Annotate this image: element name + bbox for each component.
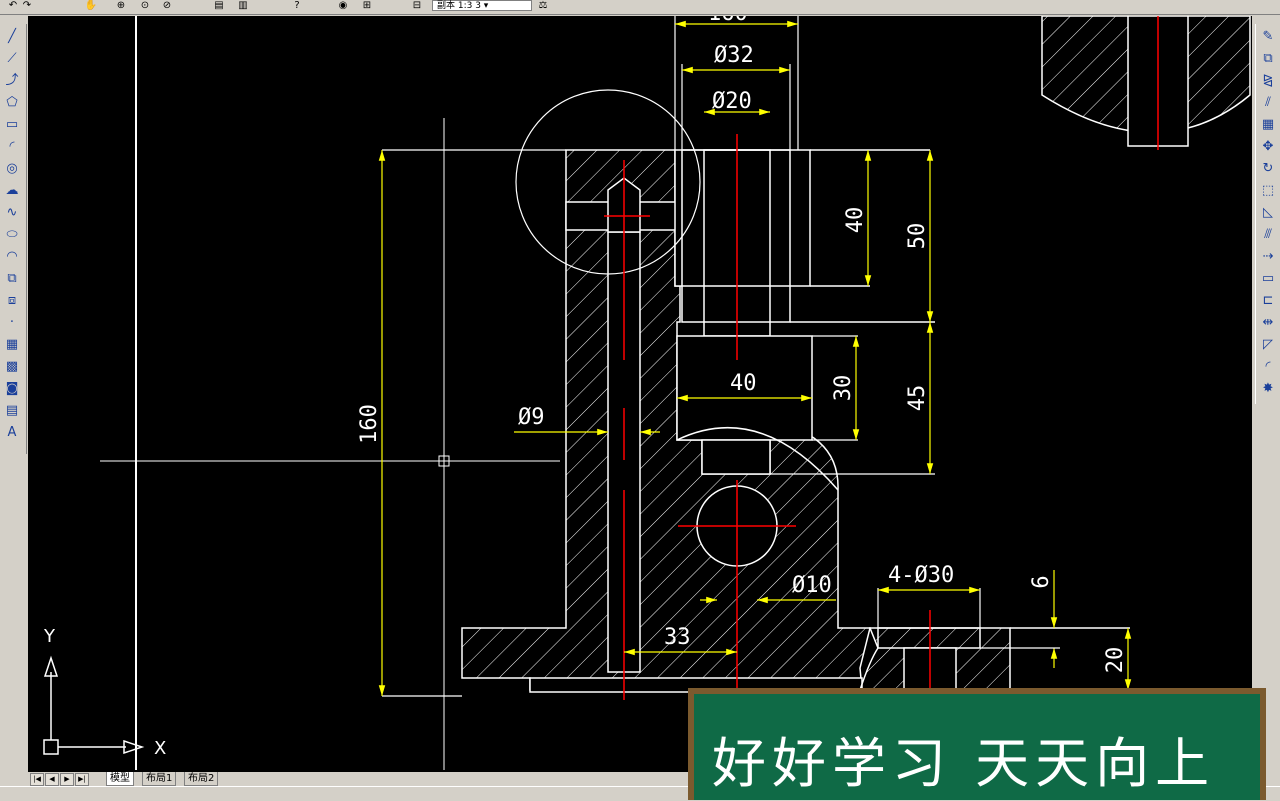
ucs-icon: [43, 655, 145, 755]
circle-icon[interactable]: ◎: [3, 160, 21, 178]
dim-vertical-50: 50: [905, 223, 930, 250]
dim-vertical-45: 45: [905, 385, 930, 412]
gradient-icon[interactable]: ▩: [3, 358, 21, 376]
dim-vertical-160: 160: [357, 404, 382, 444]
stretch-icon[interactable]: ◺: [1259, 204, 1277, 222]
dim-top-160: 160: [708, 16, 748, 26]
zoom-previous-icon[interactable]: ⊘: [160, 0, 174, 12]
fillet-icon[interactable]: ◜: [1259, 358, 1277, 376]
insert-block-icon[interactable]: ⧉: [3, 270, 21, 288]
dim-vertical-30: 30: [831, 375, 856, 402]
tab-first-button[interactable]: |◀: [30, 773, 44, 786]
polygon-icon[interactable]: ⬠: [3, 94, 21, 112]
design-center-icon[interactable]: ▥: [236, 0, 250, 12]
text-style-icon[interactable]: ⊟: [410, 0, 424, 12]
dimension-style-icon[interactable]: ◉: [336, 0, 350, 12]
drawing-svg[interactable]: 160 Ø32 Ø20 40 50 160 Ø9 40 30 45 Ø10 4-…: [28, 1, 1252, 772]
help-icon[interactable]: ?: [290, 0, 304, 12]
dim-vertical-40: 40: [843, 207, 868, 234]
annotation-scale-icon[interactable]: ⚖: [536, 0, 550, 12]
tab-prev-button[interactable]: ◀: [45, 773, 59, 786]
mirror-icon[interactable]: ⧎: [1259, 72, 1277, 90]
dim-diameter-20: Ø20: [712, 89, 752, 114]
rectangle-icon[interactable]: ▭: [3, 116, 21, 134]
dimension-edit-icon[interactable]: ⊞: [360, 0, 374, 12]
dim-holes-4x30: 4-Ø30: [888, 563, 954, 588]
ucs-x-label: X: [154, 738, 166, 759]
zoom-window-icon[interactable]: ⊙: [138, 0, 152, 12]
dim-diameter-10: Ø10: [792, 573, 832, 598]
properties-icon[interactable]: ▤: [212, 0, 226, 12]
dim-vertical-6: 6: [1029, 575, 1054, 588]
make-block-icon[interactable]: ⧈: [3, 292, 21, 310]
trim-icon[interactable]: ⫻: [1259, 226, 1277, 244]
extend-icon[interactable]: ⇢: [1259, 248, 1277, 266]
spline-icon[interactable]: ∿: [3, 204, 21, 222]
draw-toolbar: ╱ ⟋ ⤴ ⬠ ▭ ◜ ◎ ☁ ∿ ⬭ ◠ ⧉ ⧈ · ▦ ▩ ◙ ▤ A: [0, 24, 27, 454]
dim-horizontal-40: 40: [730, 371, 757, 396]
construction-line-icon[interactable]: ⟋: [3, 50, 21, 68]
chamfer-icon[interactable]: ◸: [1259, 336, 1277, 354]
move-icon[interactable]: ✥: [1259, 138, 1277, 156]
undo-icon[interactable]: ↶: [6, 0, 20, 12]
arc-icon[interactable]: ◜: [3, 138, 21, 156]
tab-layout1[interactable]: 布局1: [142, 772, 177, 786]
pan-icon[interactable]: ✋: [84, 0, 98, 12]
bracket-section-view: [461, 89, 1130, 693]
offset-icon[interactable]: ⫽: [1259, 94, 1277, 112]
array-icon[interactable]: ▦: [1259, 116, 1277, 134]
rotate-icon[interactable]: ↻: [1259, 160, 1277, 178]
zoom-icon[interactable]: ⊕: [114, 0, 128, 12]
scale-icon[interactable]: ⬚: [1259, 182, 1277, 200]
hatch-icon[interactable]: ▦: [3, 336, 21, 354]
partial-circular-part: [1041, 15, 1251, 150]
copy-icon[interactable]: ⧉: [1259, 50, 1277, 68]
dim-diameter-32: Ø32: [714, 43, 754, 68]
layout-tabs-bar: |◀ ◀ ▶ ▶| 模型 布局1 布局2: [28, 772, 688, 786]
redo-icon[interactable]: ↷: [20, 0, 34, 12]
break-icon[interactable]: ⊏: [1259, 292, 1277, 310]
tab-layout2[interactable]: 布局2: [184, 772, 219, 786]
explode-icon[interactable]: ✸: [1259, 380, 1277, 398]
standard-toolbar: ↶ ↷ ✋ ⊕ ⊙ ⊘ ▤ ▥ ? ◉ ⊞ ⊟ 副本 1:3 3 ▾ ⚖: [0, 0, 1280, 15]
tab-next-button[interactable]: ▶: [60, 773, 74, 786]
line-icon[interactable]: ╱: [3, 28, 21, 46]
modify-toolbar: ✎ ⧉ ⧎ ⫽ ▦ ✥ ↻ ⬚ ◺ ⫻ ⇢ ▭ ⊏ ⇹ ◸ ◜ ✸: [1255, 24, 1280, 404]
break-at-point-icon[interactable]: ▭: [1259, 270, 1277, 288]
ellipse-arc-icon[interactable]: ◠: [3, 248, 21, 266]
ucs-y-label: Y: [43, 626, 56, 647]
chalkboard-text: 好好学习 天天向上: [694, 694, 1260, 800]
erase-icon[interactable]: ✎: [1259, 28, 1277, 46]
dim-vertical-20: 20: [1103, 647, 1128, 674]
region-icon[interactable]: ◙: [3, 380, 21, 398]
tab-model[interactable]: 模型: [106, 772, 134, 786]
point-icon[interactable]: ·: [3, 314, 21, 332]
table-icon[interactable]: ▤: [3, 402, 21, 420]
tab-last-button[interactable]: ▶|: [75, 773, 89, 786]
dim-horizontal-33: 33: [664, 625, 691, 650]
scale-value: 副本 1:3 3: [437, 1, 481, 11]
join-icon[interactable]: ⇹: [1259, 314, 1277, 332]
multiline-text-icon[interactable]: A: [3, 424, 21, 442]
dim-diameter-9: Ø9: [518, 405, 545, 430]
scale-dropdown[interactable]: 副本 1:3 3 ▾: [432, 0, 532, 11]
revision-cloud-icon[interactable]: ☁: [3, 182, 21, 200]
chalkboard-overlay: 好好学习 天天向上: [688, 688, 1266, 800]
ellipse-icon[interactable]: ⬭: [3, 226, 21, 244]
polyline-icon[interactable]: ⤴: [3, 72, 21, 90]
drawing-canvas[interactable]: 160 Ø32 Ø20 40 50 160 Ø9 40 30 45 Ø10 4-…: [28, 1, 1252, 772]
